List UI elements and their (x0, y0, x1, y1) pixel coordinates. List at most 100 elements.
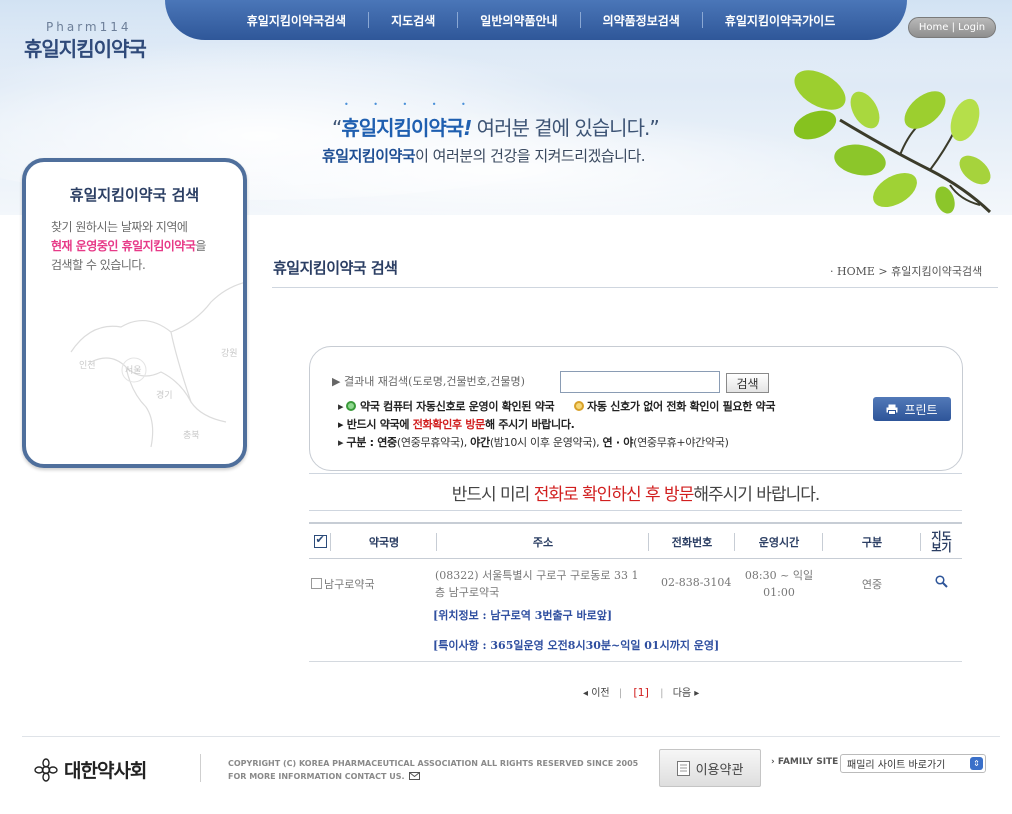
sidebox-description: 찾기 원하시는 날짜와 지역에 현재 운영중인 휴일지킴이약국을 검색할 수 있… (51, 218, 206, 275)
page-title: 휴일지킴이약국 검색 (273, 259, 398, 277)
home-login-button[interactable]: Home | Login (908, 17, 996, 38)
header-map: 지도 보기 (921, 524, 962, 559)
kpa-logo-text: 대한약사회 (64, 760, 147, 782)
address-line1: (08322) 서울특별시 구로구 구로동로 33 1 (435, 569, 639, 582)
map-label-incheon: 인천 (79, 360, 96, 371)
row-hours: 08:30 ~ 익일 01:00 (735, 567, 823, 601)
nav-pharmacy-guide[interactable]: 휴일지킴이약국가이드 (703, 12, 857, 29)
header-hours: 운영시간 (735, 524, 823, 559)
sidebox-desc-suffix: 을 (195, 239, 206, 253)
slogan-dots: • • • • • (344, 100, 477, 109)
sidebox-desc-line3: 검색할 수 있습니다. (51, 258, 146, 272)
family-site-select[interactable]: 패밀리 사이트 바로가기 ⇕ (840, 754, 986, 773)
research-label: ▶ 결과내 재검색(도로명,건물번호,건물명) (332, 375, 525, 388)
map-label-chungbuk: 충북 (183, 430, 200, 441)
special-info: [특이사항 : 365일운영 오전8시30분~익일 01시까지 운영] (433, 639, 720, 652)
nav-drug-info-search[interactable]: 의약품정보검색 (581, 12, 702, 29)
search-button[interactable]: 검색 (726, 373, 769, 393)
row-name-cell: 남구로약국 (311, 576, 375, 592)
kpa-emblem-icon (34, 757, 58, 782)
location-info: [위치정보 : 남구로역 3번출구 바로앞] (433, 609, 613, 622)
pharmacy-name[interactable]: 남구로약국 (324, 578, 375, 591)
map-label-gangwon: 강원 (221, 348, 238, 359)
type-night: 야간 (470, 436, 490, 449)
row-address: (08322) 서울특별시 구로구 구로동로 33 1 층 남구로약국 (435, 567, 639, 601)
family-site-selected: 패밀리 사이트 바로가기 (847, 760, 946, 771)
terms-button[interactable]: 이용약관 (659, 749, 761, 787)
type-night-desc: (밤10시 이후 운영약국), (489, 436, 603, 449)
row-type: 연중 (861, 578, 883, 591)
nav-otc-guide[interactable]: 일반의약품안내 (458, 12, 579, 29)
kpa-logo[interactable]: 대한약사회 (34, 756, 147, 783)
sidebox-desc-highlight: 현재 운영중인 휴일지킴이약국 (51, 239, 196, 253)
footer-divider (22, 736, 1000, 737)
notice-top-divider (309, 473, 962, 474)
header-address: 주소 (437, 524, 649, 559)
header-type: 구분 (823, 524, 921, 559)
map-view-button[interactable] (935, 575, 948, 591)
type-year-round-desc: (연중무휴약국), (396, 436, 471, 449)
sidebox-title: 휴일지킴이약국 검색 (69, 186, 200, 204)
document-icon (676, 760, 690, 776)
legend-auto-signal: 약국 컴퓨터 자동신호로 운영이 확인된 약국 (356, 400, 555, 413)
header-name: 약국명 (331, 524, 437, 559)
pager-separator: | (660, 688, 664, 699)
type-year-round: 구분 : 연중 (346, 436, 397, 449)
page-root: Pharm114 휴일지킴이약국 휴일지킴이약국검색 지도검색 일반의약품안내 … (0, 0, 1012, 814)
type-both-desc: (연중무휴+야간약국) (633, 436, 729, 449)
pager-current[interactable]: [1] (633, 686, 649, 699)
results-table-header: 약국명 주소 전화번호 운영시간 구분 지도 보기 (309, 522, 962, 559)
notice-red: 전화로 확인하신 후 방문 (533, 485, 695, 505)
nav-pharmacy-search[interactable]: 휴일지킴이약국검색 (225, 12, 368, 29)
header-map-line1: 지도 (931, 529, 952, 543)
print-button[interactable]: 프린트 (873, 397, 951, 421)
phone-check-line: ▸ 반드시 약국에 전화확인후 방문해 주시기 바랍니다. (338, 416, 575, 432)
subslogan-rest: 이 여러분의 건강을 지켜드리겠습니다. (415, 147, 645, 165)
slogan-quote-open: “ (332, 116, 342, 140)
select-all-checkbox[interactable] (313, 533, 327, 548)
research-input[interactable] (560, 371, 720, 393)
pager-prev[interactable]: ◂ 이전 (583, 688, 610, 699)
region-map: 인천 서울 경기 강원 충북 (70, 282, 243, 448)
orange-status-icon (573, 401, 584, 411)
sidebox-desc-line2: 현재 운영중인 휴일지킴이약국을 (51, 237, 206, 256)
phone-check-a: ▸ 반드시 약국에 (338, 418, 413, 431)
map-label-seoul: 서울 (125, 365, 142, 376)
search-panel: ▶ 결과내 재검색(도로명,건물번호,건물명) 검색 ▸ 약국 컴퓨터 자동신호… (309, 346, 963, 471)
title-divider (272, 287, 998, 288)
header-select-all[interactable] (309, 524, 331, 559)
notice-a: 반드시 미리 (451, 485, 534, 505)
legend-line: ▸ 약국 컴퓨터 자동신호로 운영이 확인된 약국 자동 신호가 없어 전화 확… (338, 398, 776, 414)
nav-map-search[interactable]: 지도검색 (369, 12, 457, 29)
copyright: COPYRIGHT (C) KOREA PHARMACEUTICAL ASSOC… (228, 757, 638, 783)
visit-notice: 반드시 미리 전화로 확인하신 후 방문해주시기 바랍니다. (309, 480, 962, 505)
header-map-line2: 보기 (931, 540, 952, 554)
family-site-label: › FAMILY SITE (771, 757, 839, 767)
printer-icon (886, 404, 898, 415)
row-checkbox[interactable] (311, 578, 322, 589)
top-navigation: 휴일지킴이약국검색 지도검색 일반의약품안내 의약품정보검색 휴일지킴이약국가이… (165, 0, 907, 40)
print-label: 프린트 (904, 402, 938, 417)
hero-slogan: “휴일지킴이약국! 여러분 곁에 있습니다.” (332, 112, 660, 141)
copyright-line1: COPYRIGHT (C) KOREA PHARMACEUTICAL ASSOC… (228, 759, 639, 768)
notice-b: 해주시기 바랍니다. (693, 485, 820, 505)
address-line2: 층 남구로약국 (435, 586, 500, 599)
logo-korean[interactable]: 휴일지킴이약국 (24, 33, 147, 62)
phone-check-b: 해 주시기 바랍니다. (485, 418, 575, 431)
pager-next[interactable]: 다음 ▸ (673, 688, 700, 699)
type-both: 연 · 야 (602, 436, 634, 449)
subslogan-bold: 휴일지킴이약국 (322, 147, 416, 165)
logo-english[interactable]: Pharm114 (46, 20, 132, 34)
copyright-line2: FOR MORE INFORMATION CONTACT US. (228, 770, 638, 783)
hours-line1: 08:30 ~ 익일 (744, 569, 814, 582)
map-label-gyeonggi: 경기 (156, 389, 173, 401)
terms-label: 이용약관 (695, 762, 744, 778)
legend-phone-check: 자동 신호가 없어 전화 확인이 필요한 약국 (583, 400, 776, 413)
leaves-illustration (793, 70, 992, 214)
select-arrows-icon: ⇕ (970, 757, 983, 770)
legend-bullet: ▸ (338, 400, 347, 413)
table-row: 남구로약국 (08322) 서울특별시 구로구 구로동로 33 1 층 남구로약… (309, 559, 962, 662)
mail-icon[interactable] (409, 772, 421, 780)
hours-line2: 01:00 (763, 586, 795, 599)
footer-separator (200, 754, 201, 782)
